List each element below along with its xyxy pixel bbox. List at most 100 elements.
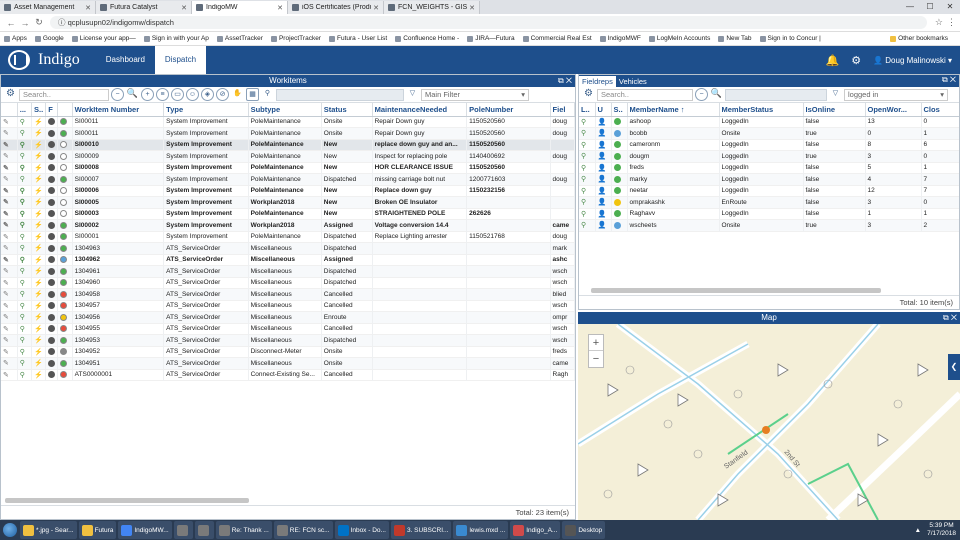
person-icon[interactable]: ⚲ (20, 211, 25, 218)
person-icon[interactable]: ⚲ (20, 142, 25, 149)
assign-cell[interactable]: ⚲ (17, 334, 33, 346)
maximize-icon[interactable]: ☐ (920, 0, 940, 14)
star-icon[interactable]: ☆ (935, 17, 943, 27)
close-window-icon[interactable]: ✕ (940, 0, 960, 14)
table-row[interactable]: ✎ ⚲ ⚡ ATS0000001 ATS_ServiceOrder Connect-Exi… (1, 369, 575, 381)
edit-cell[interactable]: ✎ (1, 219, 18, 231)
table-row[interactable]: ⚲ 👤 omprakashk EnRoute false 3 0 (579, 196, 959, 208)
start-button[interactable] (0, 520, 20, 540)
assign-cell[interactable]: ⚲ (17, 265, 33, 277)
locate-cell[interactable]: ⚲ (579, 139, 596, 151)
column-header[interactable]: ... (17, 103, 33, 117)
assign-cell[interactable]: ⚲ (17, 242, 33, 254)
browser-tab[interactable]: FCN_WEIGHTS - GIS v2.0✕ (384, 1, 480, 14)
assign-cell[interactable]: ⚲ (17, 311, 33, 323)
edit-cell[interactable]: ✎ (1, 346, 18, 358)
edit-cell[interactable]: ✎ (1, 139, 18, 151)
column-header[interactable]: S.. (611, 103, 628, 117)
taskbar-item[interactable]: IndigoMW... (118, 521, 172, 539)
column-header[interactable]: MemberStatus (719, 103, 804, 117)
table-row[interactable]: ✎ ⚲ ⚡ SI00005 System Improvement Workplan2018… (1, 196, 575, 208)
table-row[interactable]: ⚲ 👤 wscheets Onsite true 3 2 (579, 219, 959, 231)
assign-cell[interactable]: ⚲ (17, 254, 33, 266)
pencil-icon[interactable]: ✎ (3, 337, 9, 344)
locate-cell[interactable]: ⚲ (579, 208, 596, 220)
locate-cell[interactable]: ⚲ (579, 127, 596, 139)
person-icon[interactable]: ⚲ (20, 303, 25, 310)
locate-cell[interactable]: ⚲ (579, 196, 596, 208)
table-row[interactable]: ⚲ 👤 dougm LoggedIn true 3 0 (579, 150, 959, 162)
add-icon[interactable]: + (141, 88, 154, 101)
assign-cell[interactable]: ⚲ (17, 231, 33, 243)
bookmark-item[interactable]: Futura - User List (328, 35, 387, 42)
locate-icon[interactable]: ⚲ (581, 222, 586, 229)
reload-icon[interactable]: ↻ (32, 17, 46, 28)
search-icon[interactable]: 🔍 (710, 88, 723, 101)
edit-cell[interactable]: ✎ (1, 196, 18, 208)
edit-cell[interactable]: ✎ (1, 300, 18, 312)
bell-icon[interactable]: 🔔 (826, 54, 840, 67)
table-row[interactable]: ✎ ⚲ ⚡ 1304957 ATS_ServiceOrder Miscellaneous C… (1, 300, 575, 312)
bookmark-item[interactable]: Sign in with your Ap (143, 35, 209, 42)
person-icon[interactable]: ⚲ (20, 130, 25, 137)
person-icon[interactable]: ⚲ (20, 153, 25, 160)
taskbar-item[interactable]: Futura (78, 521, 117, 539)
edit-cell[interactable]: ✎ (1, 127, 18, 139)
pencil-icon[interactable]: ✎ (3, 211, 9, 218)
workitems-hscrollbar[interactable] (5, 498, 249, 503)
main-filter-select[interactable]: Main Filter (421, 88, 529, 101)
table-row[interactable]: ✎ ⚲ ⚡ SI00001 System Improvement PoleMaintena… (1, 231, 575, 243)
browser-tab[interactable]: Futura Catalyst ✕ (96, 1, 192, 14)
person-icon[interactable]: ⚲ (20, 314, 25, 321)
locate-icon[interactable]: ⚲ (581, 119, 586, 126)
person-icon[interactable]: ⚲ (20, 222, 25, 229)
taskbar-item[interactable]: RE: FCN sc... (273, 521, 333, 539)
table-row[interactable]: ⚲ 👤 bcobb Onsite true 0 1 (579, 127, 959, 139)
pencil-icon[interactable]: ✎ (3, 268, 9, 275)
person-icon[interactable]: ⚲ (20, 291, 25, 298)
bookmark-item[interactable]: LogMeIn Accounts (648, 35, 710, 42)
table-row[interactable]: ✎ ⚲ ⚡ 1304956 ATS_ServiceOrder Miscellaneous E… (1, 311, 575, 323)
pencil-icon[interactable]: ✎ (3, 280, 9, 287)
other-bookmarks[interactable]: Other bookmarks (890, 35, 948, 42)
table-row[interactable]: ✎ ⚲ ⚡ 1304962 ATS_ServiceOrder Miscellaneous A… (1, 254, 575, 266)
browser-tab[interactable]: IndigoMW ✕ (192, 1, 288, 14)
column-header[interactable]: Fiel (550, 103, 575, 117)
person-icon[interactable]: ⚲ (20, 257, 25, 264)
table-row[interactable]: ✎ ⚲ ⚡ SI00011 System Improvement PoleMaintena… (1, 127, 575, 139)
pencil-icon[interactable]: ✎ (3, 142, 9, 149)
taskbar-item[interactable]: Desktop (562, 521, 606, 539)
taskbar-item[interactable] (194, 521, 214, 539)
table-row[interactable]: ⚲ 👤 cameronm LoggedIn false 8 6 (579, 139, 959, 151)
table-row[interactable]: ⚲ 👤 neetar LoggedIn false 12 7 (579, 185, 959, 197)
taskbar-item[interactable]: Inbox - Do... (334, 521, 389, 539)
collapse-icon[interactable]: − (111, 88, 124, 101)
close-icon[interactable]: ✕ (950, 75, 956, 84)
pencil-icon[interactable]: ✎ (3, 234, 9, 241)
nav-dashboard[interactable]: Dashboard (96, 46, 155, 74)
table-row[interactable]: ⚲ 👤 freds LoggedIn false 5 1 (579, 162, 959, 174)
edit-cell[interactable]: ✎ (1, 288, 18, 300)
table-row[interactable]: ✎ ⚲ ⚡ SI00008 System Improvement PoleMaintena… (1, 162, 575, 174)
assign-cell[interactable]: ⚲ (17, 139, 33, 151)
table-row[interactable]: ✎ ⚲ ⚡ SI00010 System Improvement PoleMaintena… (1, 139, 575, 151)
edit-cell[interactable]: ✎ (1, 162, 18, 174)
assign-cell[interactable]: ⚲ (17, 369, 33, 381)
assign-cell[interactable]: ⚲ (17, 173, 33, 185)
bookmark-item[interactable]: AssetTracker (216, 35, 263, 42)
taskbar-item[interactable]: 3. SUBSCRI... (390, 521, 452, 539)
assign-cell[interactable]: ⚲ (17, 277, 33, 289)
edit-cell[interactable]: ✎ (1, 173, 18, 185)
settings-icon[interactable]: ⚙ (4, 88, 17, 101)
assign-icon[interactable]: ⚲ (261, 88, 274, 101)
bookmark-item[interactable]: Sign in to Concur | (759, 35, 821, 42)
bookmark-item[interactable]: Confluence Home - (395, 35, 459, 42)
pencil-icon[interactable]: ✎ (3, 199, 9, 206)
pencil-icon[interactable]: ✎ (3, 372, 9, 379)
pencil-icon[interactable]: ✎ (3, 153, 9, 160)
pencil-icon[interactable]: ✎ (3, 176, 9, 183)
list-icon[interactable]: ≡ (156, 88, 169, 101)
table-row[interactable]: ✎ ⚲ ⚡ SI00009 System Improvement PoleMaintena… (1, 150, 575, 162)
locate-icon[interactable]: ⚲ (581, 142, 586, 149)
edit-cell[interactable]: ✎ (1, 323, 18, 335)
